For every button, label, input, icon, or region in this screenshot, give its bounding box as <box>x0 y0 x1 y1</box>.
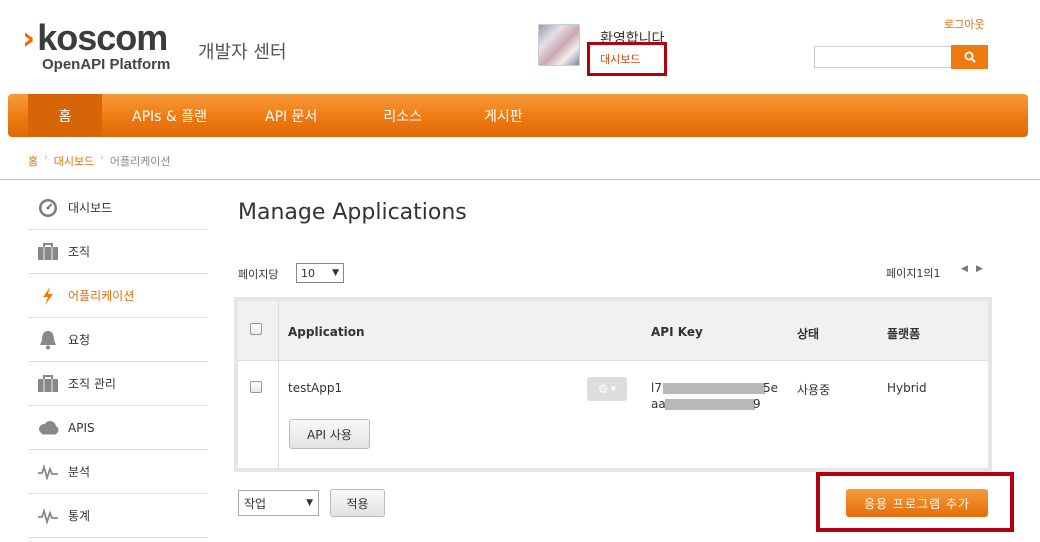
platform-text: Hybrid <box>887 381 927 395</box>
header-api-key: API Key <box>651 325 703 339</box>
chevron-down-icon: ▼ <box>610 385 617 393</box>
application-name[interactable]: testApp1 <box>288 381 342 395</box>
bulk-action-value: 작업 <box>244 496 267 511</box>
header-platform: 플랫폼 <box>887 327 921 341</box>
main-nav: 홈 APIs & 플랜 API 문서 리소스 게시판 <box>8 94 1028 137</box>
api-use-button[interactable]: API 사용 <box>289 419 370 449</box>
logo-subtitle: OpenAPI Platform <box>42 56 171 73</box>
table-column-divider <box>278 301 279 468</box>
sidebar-item-label: 분석 <box>68 465 91 479</box>
sidebar-item-requests[interactable]: 요청 <box>28 318 208 362</box>
breadcrumb-separator-icon: › <box>44 153 48 163</box>
search-button[interactable] <box>951 45 988 69</box>
api-key-line2-end: 9 <box>753 397 761 411</box>
sidebar-item-analysis[interactable]: 분석 <box>28 450 208 494</box>
dropdown-arrow-icon: ▼ <box>306 498 313 508</box>
pulse-icon <box>28 463 68 480</box>
dashboard-icon <box>28 198 68 218</box>
apply-button[interactable]: 적용 <box>330 489 385 517</box>
search-icon <box>964 51 976 63</box>
nav-board[interactable]: 게시판 <box>464 94 543 137</box>
per-page-value: 10 <box>301 266 315 280</box>
breadcrumb-home[interactable]: 홈 <box>28 153 38 169</box>
briefcase-icon <box>28 242 68 261</box>
bell-icon <box>28 330 68 350</box>
sidebar-item-dashboard[interactable]: 대시보드 <box>28 186 208 230</box>
api-key-line2-start: aa <box>651 397 666 411</box>
breadcrumb-separator-icon: › <box>100 153 104 163</box>
developer-center-title: 개발자 센터 <box>198 42 287 63</box>
nav-apis-plans[interactable]: APIs & 플랜 <box>112 94 227 137</box>
applications-table: Application API Key 상태 플랫폼 testApp1 ⚙ ▼ … <box>234 297 992 472</box>
per-page-select[interactable]: 10 ▼ <box>296 263 344 283</box>
logo-word: koscom <box>37 17 168 58</box>
header-status: 상태 <box>797 327 820 341</box>
redacted-api-key <box>663 383 765 394</box>
cloud-icon <box>28 420 68 435</box>
sidebar-item-organization[interactable]: 조직 <box>28 230 208 274</box>
nav-api-docs[interactable]: API 문서 <box>245 94 337 137</box>
status-text: 사용중 <box>797 383 831 397</box>
page-info: 페이지1의1 <box>886 267 941 280</box>
redacted-api-key <box>665 399 755 410</box>
sidebar: 대시보드 조직 어플리케이션 요청 조직 관리 APIS 분석 통계 <box>28 186 208 538</box>
prev-page-icon[interactable]: ◀ <box>961 264 968 274</box>
sidebar-item-label: 어플리케이션 <box>68 289 135 303</box>
sidebar-item-applications[interactable]: 어플리케이션 <box>28 274 208 318</box>
bulk-action-select[interactable]: 작업 ▼ <box>238 490 319 516</box>
breadcrumb: 홈 › 대시보드 › 어플리케이션 <box>28 153 171 169</box>
next-page-icon[interactable]: ▶ <box>976 264 983 274</box>
page-title: Manage Applications <box>238 200 467 225</box>
nav-resources[interactable]: 리소스 <box>363 94 442 137</box>
divider <box>0 179 1040 180</box>
sidebar-item-label: 조직 관리 <box>68 377 116 391</box>
sidebar-item-statistics[interactable]: 통계 <box>28 494 208 538</box>
sidebar-item-label: 조직 <box>68 245 91 259</box>
breadcrumb-current: 어플리케이션 <box>109 155 171 168</box>
add-application-button[interactable]: 응용 프로그램 추가 <box>846 489 988 517</box>
logout-link[interactable]: 로그아웃 <box>944 16 984 32</box>
per-page-label: 페이지당 <box>238 268 279 281</box>
row-checkbox[interactable] <box>250 381 262 393</box>
sidebar-item-org-management[interactable]: 조직 관리 <box>28 362 208 406</box>
search-input[interactable] <box>814 46 952 68</box>
settings-button[interactable]: ⚙ ▼ <box>587 377 627 401</box>
nav-home[interactable]: 홈 <box>28 94 102 137</box>
api-key-line1-end: 5e <box>763 381 779 395</box>
lightning-icon <box>28 286 68 305</box>
sidebar-item-label: 통계 <box>68 509 91 523</box>
logo-chevron-icon: › <box>22 19 36 57</box>
sidebar-item-apis[interactable]: APIS <box>28 406 208 450</box>
briefcase-icon <box>28 374 68 393</box>
dashboard-link[interactable]: 대시보드 <box>600 51 640 67</box>
sidebar-item-label: 요청 <box>68 333 91 347</box>
gear-icon: ⚙ <box>597 382 609 396</box>
koscom-logo[interactable]: › koscom OpenAPI Platform <box>22 17 171 74</box>
avatar[interactable] <box>538 24 580 66</box>
header-application: Application <box>288 325 365 339</box>
pulse-icon <box>28 507 68 524</box>
sidebar-item-label: 대시보드 <box>68 201 113 215</box>
breadcrumb-dashboard[interactable]: 대시보드 <box>54 153 94 169</box>
api-key-line1-start: l7 <box>651 381 662 395</box>
select-all-checkbox[interactable] <box>250 323 262 335</box>
sidebar-item-label: APIS <box>68 420 95 435</box>
dropdown-arrow-icon: ▼ <box>332 268 339 278</box>
